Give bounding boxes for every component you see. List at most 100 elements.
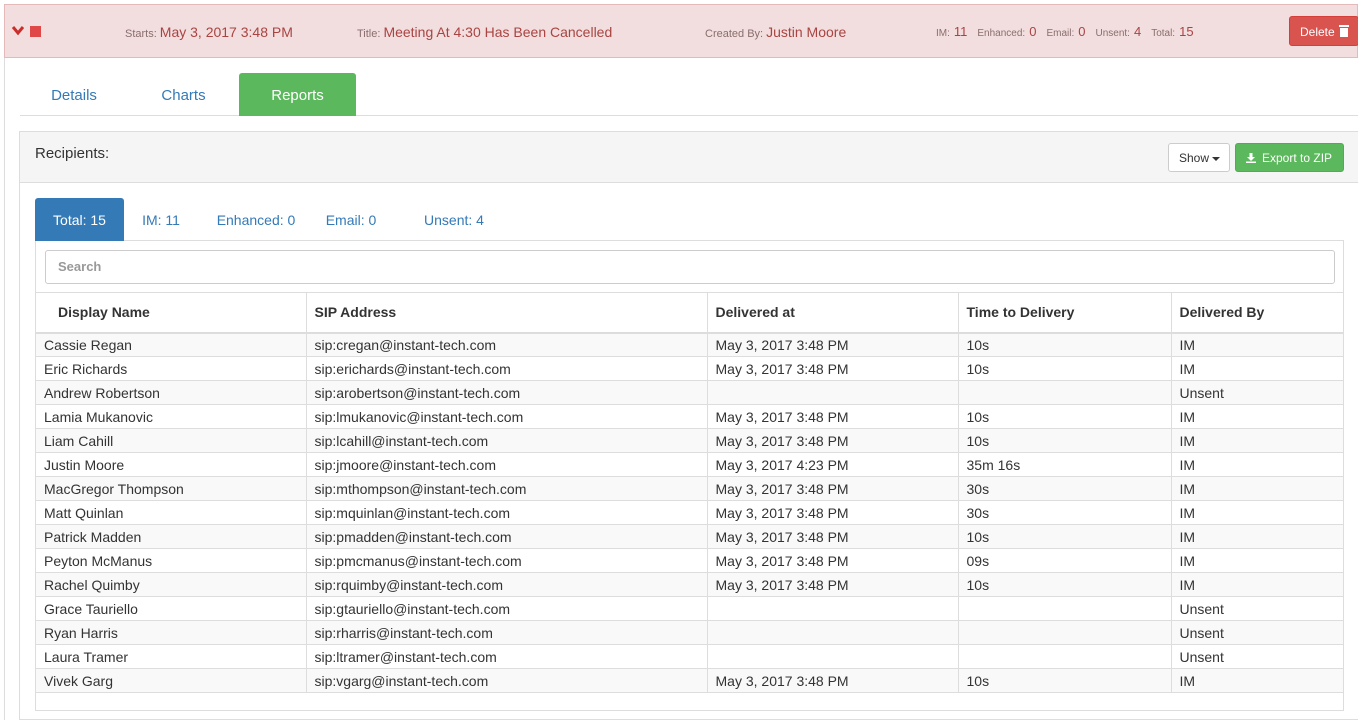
show-label: Show	[1179, 151, 1210, 165]
cell-delivered-by: IM	[1171, 500, 1343, 525]
count-email-value: 0	[1078, 24, 1086, 39]
cell-sip-address: sip:cregan@instant-tech.com	[306, 332, 708, 357]
cell-display-name: Cassie Regan	[36, 332, 307, 357]
cell-display-name: Laura Tramer	[36, 644, 307, 669]
cell-delivered-at: May 3, 2017 3:48 PM	[707, 476, 959, 501]
cell-delivered-by: IM	[1171, 524, 1343, 549]
table-row[interactable]: Liam Cahill sip:lcahill@instant-tech.com M…	[36, 428, 1343, 453]
cell-display-name: Andrew Robertson	[36, 380, 307, 405]
cell-time-to-delivery: 35m 16s	[958, 452, 1172, 477]
cell-sip-address: sip:gtauriello@instant-tech.com	[306, 596, 708, 621]
col-display-name[interactable]: Display Name	[36, 292, 307, 334]
table-row[interactable]: Cassie Regan sip:cregan@instant-tech.com M…	[36, 332, 1343, 357]
table-row[interactable]: Matt Quinlan sip:mquinlan@instant-tech.co…	[36, 500, 1343, 525]
table-row[interactable]: Rachel Quimby sip:rquimby@instant-tech.co…	[36, 572, 1343, 597]
cell-display-name: Justin Moore	[36, 452, 307, 477]
table-row[interactable]: Vivek Garg sip:vgarg@instant-tech.com May …	[36, 668, 1343, 693]
export-zip-button[interactable]: Export to ZIP	[1235, 143, 1344, 172]
table-row[interactable]: Eric Richards sip:erichards@instant-tech.…	[36, 356, 1343, 381]
tab-enhanced[interactable]: Enhanced: 0	[198, 198, 314, 241]
tab-unsent[interactable]: Unsent: 4	[388, 198, 520, 241]
search-input[interactable]: Search	[45, 250, 1335, 284]
cell-sip-address: sip:erichards@instant-tech.com	[306, 356, 708, 381]
cell-delivered-at: May 3, 2017 3:48 PM	[707, 572, 959, 597]
cell-delivered-by: IM	[1171, 428, 1343, 453]
recipients-table: Display Name SIP Address Delivered at Ti…	[36, 292, 1343, 693]
show-dropdown-button[interactable]: Show	[1168, 143, 1230, 172]
count-email-label: Email:	[1046, 28, 1075, 39]
cell-delivered-by: IM	[1171, 404, 1343, 429]
table-row[interactable]: Grace Tauriello sip:gtauriello@instant-te…	[36, 596, 1343, 621]
cell-display-name: Liam Cahill	[36, 428, 307, 453]
cell-time-to-delivery: 10s	[958, 668, 1172, 693]
cell-delivered-by: Unsent	[1171, 380, 1343, 405]
caret-down-icon	[1212, 156, 1221, 161]
cell-display-name: Ryan Harris	[36, 620, 307, 645]
cell-sip-address: sip:arobertson@instant-tech.com	[306, 380, 708, 405]
cell-delivered-at: May 3, 2017 3:48 PM	[707, 332, 959, 357]
cell-time-to-delivery: 30s	[958, 500, 1172, 525]
cell-delivered-by: IM	[1171, 356, 1343, 381]
cell-sip-address: sip:pmadden@instant-tech.com	[306, 524, 708, 549]
tab-charts[interactable]: Charts	[128, 73, 239, 116]
panel-title: Recipients:	[35, 145, 110, 162]
cell-delivered-by: IM	[1171, 452, 1343, 477]
col-delivered-by[interactable]: Delivered By	[1171, 292, 1343, 334]
main-tabs: Details Charts Reports	[20, 73, 1358, 116]
cell-display-name: Grace Tauriello	[36, 596, 307, 621]
col-sip-address[interactable]: SIP Address	[306, 292, 708, 334]
cell-sip-address: sip:ltramer@instant-tech.com	[306, 644, 708, 669]
tab-reports[interactable]: Reports	[239, 73, 356, 116]
cell-sip-address: sip:mquinlan@instant-tech.com	[306, 500, 708, 525]
cell-time-to-delivery: 10s	[958, 332, 1172, 357]
count-enhanced-value: 0	[1029, 24, 1037, 39]
table-row[interactable]: Andrew Robertson sip:arobertson@instant-t…	[36, 380, 1343, 405]
table-row[interactable]: Ryan Harris sip:rharris@instant-tech.com U…	[36, 620, 1343, 645]
col-time-to-delivery[interactable]: Time to Delivery	[958, 292, 1172, 334]
cell-delivered-by: IM	[1171, 572, 1343, 597]
count-unsent-label: Unsent:	[1095, 28, 1130, 39]
cell-delivered-by: IM	[1171, 332, 1343, 357]
cell-sip-address: sip:lmukanovic@instant-tech.com	[306, 404, 708, 429]
download-icon	[1246, 153, 1256, 163]
tab-total[interactable]: Total: 15	[35, 198, 124, 241]
cell-display-name: Peyton McManus	[36, 548, 307, 573]
tab-details[interactable]: Details	[20, 73, 128, 116]
count-total-label: Total:	[1151, 28, 1176, 39]
recipients-table-container: Search Display Name SIP Address Delivere…	[35, 241, 1344, 711]
col-delivered-at[interactable]: Delivered at	[707, 292, 959, 334]
table-body: Cassie Regan sip:cregan@instant-tech.com M…	[36, 332, 1343, 693]
count-unsent-value: 4	[1133, 24, 1142, 39]
count-im-label: IM:	[936, 28, 950, 39]
table-row[interactable]: Peyton McManus sip:pmcmanus@instant-tech.…	[36, 548, 1343, 573]
table-row[interactable]: MacGregor Thompson sip:mthompson@instant-…	[36, 476, 1343, 501]
tab-email[interactable]: Email: 0	[314, 198, 388, 241]
chevron-down-icon[interactable]	[11, 23, 25, 37]
cell-delivered-at: May 3, 2017 3:48 PM	[707, 548, 959, 573]
cell-sip-address: sip:mthompson@instant-tech.com	[306, 476, 708, 501]
panel-heading: Recipients: Show Export to ZIP	[20, 132, 1358, 183]
cell-delivered-at: May 3, 2017 4:23 PM	[707, 452, 959, 477]
status-square-icon	[30, 26, 41, 37]
cell-time-to-delivery: 30s	[958, 476, 1172, 501]
cell-display-name: Eric Richards	[36, 356, 307, 381]
table-row[interactable]: Lamia Mukanovic sip:lmukanovic@instant-te…	[36, 404, 1343, 429]
table-row[interactable]: Patrick Madden sip:pmadden@instant-tech.c…	[36, 524, 1343, 549]
cell-display-name: Matt Quinlan	[36, 500, 307, 525]
cell-display-name: Lamia Mukanovic	[36, 404, 307, 429]
table-row[interactable]: Justin Moore sip:jmoore@instant-tech.com M…	[36, 452, 1343, 477]
created-by-value: Justin Moore	[766, 24, 847, 40]
cell-time-to-delivery: 10s	[958, 572, 1172, 597]
delete-button[interactable]: Delete	[1289, 16, 1358, 46]
cell-time-to-delivery: 10s	[958, 524, 1172, 549]
recipients-panel: Recipients: Show Export to ZIP Total: 15…	[19, 131, 1358, 720]
cell-sip-address: sip:jmoore@instant-tech.com	[306, 452, 708, 477]
table-row[interactable]: Laura Tramer sip:ltramer@instant-tech.com…	[36, 644, 1343, 669]
cell-sip-address: sip:vgarg@instant-tech.com	[306, 668, 708, 693]
cell-delivered-at: May 3, 2017 3:48 PM	[707, 404, 959, 429]
cell-time-to-delivery: 10s	[958, 428, 1172, 453]
cell-delivered-by: IM	[1171, 548, 1343, 573]
tab-im[interactable]: IM: 11	[124, 198, 198, 241]
starts-value: May 3, 2017 3:48 PM	[159, 24, 293, 40]
cell-delivered-by: IM	[1171, 476, 1343, 501]
